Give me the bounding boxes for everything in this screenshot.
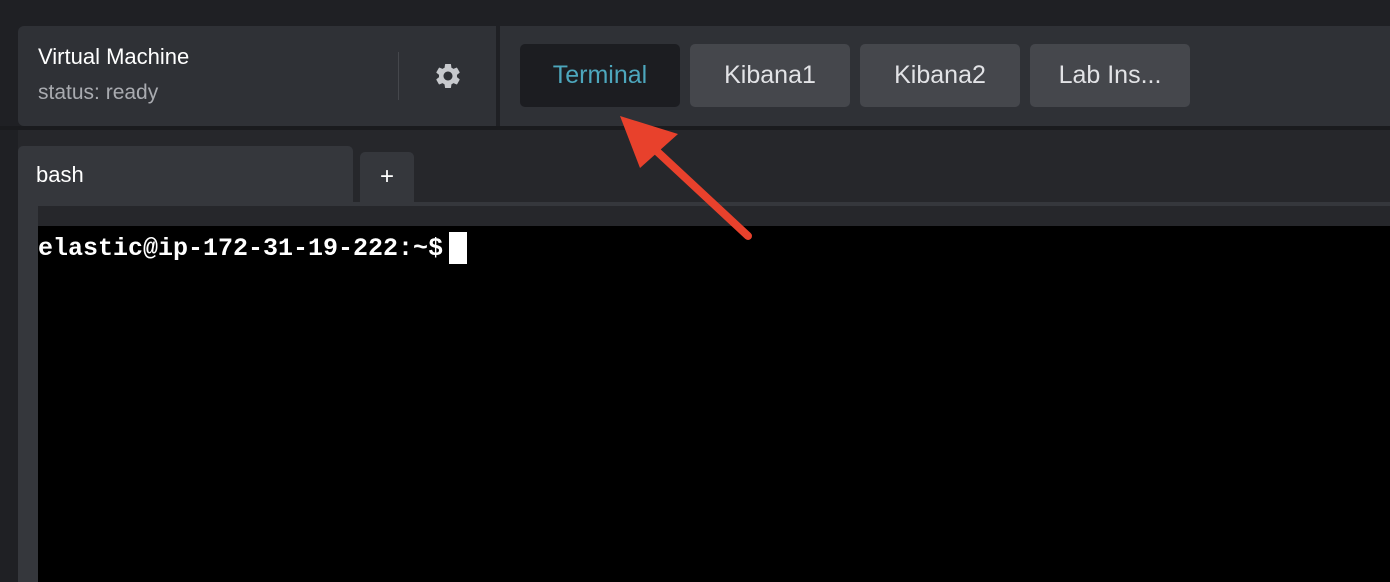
gear-icon xyxy=(436,64,460,88)
tab-kibana1[interactable]: Kibana1 xyxy=(690,44,850,107)
settings-button[interactable] xyxy=(428,56,468,96)
tab-lab-instructions[interactable]: Lab Ins... xyxy=(1030,44,1190,107)
vm-divider xyxy=(398,52,399,100)
terminal-prompt: elastic@ip-172-31-19-222:~$ xyxy=(38,233,444,263)
terminal-screen[interactable]: elastic@ip-172-31-19-222:~$ xyxy=(38,226,1390,582)
vm-status: status: ready xyxy=(38,81,159,104)
add-terminal-tab-button[interactable]: + xyxy=(360,152,414,202)
terminal-area: bash + elastic@ip-172-31-19-222:~$ xyxy=(18,130,1390,582)
tab-terminal[interactable]: Terminal xyxy=(520,44,680,107)
terminal-tab-strip xyxy=(353,202,1390,206)
terminal-cursor xyxy=(449,232,468,264)
terminal-tab-bash[interactable]: bash xyxy=(18,146,353,206)
vm-title: Virtual Machine xyxy=(38,44,190,69)
vm-info-panel: Virtual Machine status: ready xyxy=(18,26,496,126)
terminal-prompt-line: elastic@ip-172-31-19-222:~$ xyxy=(38,232,468,264)
tab-kibana2[interactable]: Kibana2 xyxy=(860,44,1020,107)
terminal-frame-edge xyxy=(18,206,38,582)
app-tab-bar: Terminal Kibana1 Kibana2 Lab Ins... xyxy=(500,26,1390,126)
